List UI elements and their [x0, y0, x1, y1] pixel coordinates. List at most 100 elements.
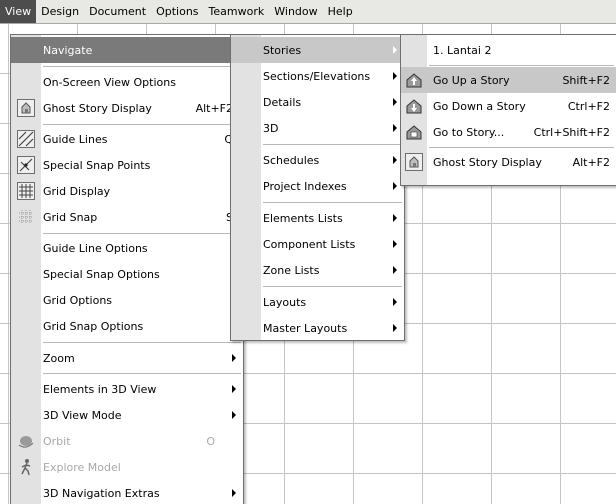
menu-item-shortcut: Ctrl+Shift+F2 — [533, 125, 610, 139]
menu-item-shortcut: O — [206, 434, 215, 448]
guide-lines-icon — [17, 130, 35, 148]
view-menu-item-3d-view-mode[interactable]: 3D View Mode — [11, 402, 243, 428]
navigate-item-3d[interactable]: 3D — [231, 115, 404, 141]
menu-item-label: Elements in 3D View — [43, 382, 157, 396]
view-menu-item-explore-model[interactable]: Explore Model — [11, 454, 243, 480]
submenu-arrow-icon — [232, 489, 236, 497]
menu-separator — [43, 124, 241, 125]
navigate-submenu: Stories Sections/Elevations Details 3D S… — [230, 34, 405, 341]
submenu-arrow-icon — [393, 98, 397, 106]
menu-item-label: Special Snap Points — [43, 158, 151, 172]
navigate-item-component-lists[interactable]: Component Lists — [231, 231, 404, 257]
stories-item-ghost-story-display[interactable]: Ghost Story Display Alt+F2 — [401, 149, 616, 175]
stories-submenu: 1. Lantai 2 Go Up a Story Shift+F2 Go Do… — [400, 34, 616, 186]
ghost-story-icon — [405, 153, 423, 171]
menu-item-label: Guide Line Options — [43, 241, 148, 255]
view-menu-item-guide-line-options[interactable]: Guide Line Options — [11, 235, 243, 261]
orbit-icon — [18, 436, 34, 448]
stories-item-current-story[interactable]: 1. Lantai 2 — [401, 37, 616, 63]
grid-display-icon — [17, 182, 35, 200]
navigate-item-elements-lists[interactable]: Elements Lists — [231, 205, 404, 231]
submenu-arrow-icon — [232, 385, 236, 393]
menu-separator — [43, 66, 241, 67]
submenu-arrow-icon — [393, 72, 397, 80]
view-menu-item-grid-options[interactable]: Grid Options — [11, 287, 243, 313]
navigate-item-details[interactable]: Details — [231, 89, 404, 115]
view-menu: Navigate On-Screen View Options Ghost St… — [10, 34, 244, 504]
menubar-options[interactable]: Options — [151, 0, 203, 23]
view-menu-item-special-snap-options[interactable]: Special Snap Options — [11, 261, 243, 287]
menubar-document[interactable]: Document — [84, 0, 151, 23]
menubar-view[interactable]: View — [0, 0, 37, 23]
navigate-item-project-indexes[interactable]: Project Indexes — [231, 173, 404, 199]
go-down-story-icon — [406, 99, 422, 114]
navigate-item-master-layouts[interactable]: Master Layouts — [231, 315, 404, 341]
menu-item-label: Orbit — [43, 434, 71, 448]
view-menu-item-elements-in-3d-view[interactable]: Elements in 3D View — [11, 376, 243, 402]
submenu-arrow-icon — [393, 324, 397, 332]
menu-item-label: Project Indexes — [263, 179, 347, 193]
view-menu-item-on-screen-view-options[interactable]: On-Screen View Options — [11, 69, 243, 95]
submenu-arrow-icon — [393, 182, 397, 190]
menu-item-shortcut: Alt+F2 — [572, 155, 610, 169]
go-up-story-icon — [406, 73, 422, 88]
menu-item-label: Go Up a Story — [433, 73, 510, 87]
menu-item-label: 1. Lantai 2 — [433, 43, 492, 57]
menu-item-label: Schedules — [263, 153, 320, 167]
view-menu-item-zoom[interactable]: Zoom — [11, 345, 243, 371]
submenu-arrow-icon — [393, 156, 397, 164]
view-menu-item-ghost-story-display[interactable]: Ghost Story Display Alt+F2 — [11, 95, 243, 121]
menu-item-label: Component Lists — [263, 237, 356, 251]
view-menu-item-navigate[interactable]: Navigate — [11, 37, 243, 63]
menu-item-label: Layouts — [263, 295, 307, 309]
view-menu-item-3d-navigation-extras[interactable]: 3D Navigation Extras — [11, 480, 243, 504]
menu-item-label: 3D — [263, 121, 279, 135]
menubar-window[interactable]: Window — [269, 0, 322, 23]
menu-item-label: Master Layouts — [263, 321, 348, 335]
navigate-item-stories[interactable]: Stories — [231, 37, 404, 63]
menu-separator — [43, 373, 241, 374]
navigate-item-sections-elevations[interactable]: Sections/Elevations — [231, 63, 404, 89]
menu-item-label: 3D View Mode — [43, 408, 122, 422]
menu-item-label: Special Snap Options — [43, 267, 160, 281]
view-menu-item-grid-snap-options[interactable]: Grid Snap Options — [11, 313, 243, 339]
menu-separator — [43, 233, 241, 234]
stories-item-go-up-a-story[interactable]: Go Up a Story Shift+F2 — [401, 67, 616, 93]
menu-separator — [429, 65, 614, 66]
menu-item-label: Elements Lists — [263, 211, 343, 225]
navigate-item-zone-lists[interactable]: Zone Lists — [231, 257, 404, 283]
stories-item-go-to-story[interactable]: Go to Story... Ctrl+Shift+F2 — [401, 119, 616, 145]
menu-item-label: Zone Lists — [263, 263, 320, 277]
view-menu-item-special-snap-points[interactable]: Special Snap Points — [11, 152, 243, 178]
view-menu-item-grid-snap[interactable]: Grid Snap S — [11, 204, 243, 230]
view-menu-item-orbit[interactable]: Orbit O — [11, 428, 243, 454]
view-menu-item-grid-display[interactable]: Grid Display — [11, 178, 243, 204]
submenu-arrow-icon — [393, 124, 397, 132]
menubar-teamwork[interactable]: Teamwork — [204, 0, 270, 23]
submenu-arrow-icon — [393, 266, 397, 274]
menu-item-label: Sections/Elevations — [263, 69, 371, 83]
menu-item-label: Ghost Story Display — [43, 101, 152, 115]
menu-item-label: Navigate — [43, 43, 93, 57]
menu-item-label: On-Screen View Options — [43, 75, 176, 89]
menu-bar: View Design Document Options Teamwork Wi… — [0, 0, 616, 24]
menubar-help[interactable]: Help — [323, 0, 358, 23]
submenu-arrow-icon — [232, 411, 236, 419]
stories-item-go-down-a-story[interactable]: Go Down a Story Ctrl+F2 — [401, 93, 616, 119]
go-to-story-icon — [406, 125, 422, 140]
navigate-item-schedules[interactable]: Schedules — [231, 147, 404, 173]
menu-item-label: Guide Lines — [43, 132, 108, 146]
menu-item-shortcut: Shift+F2 — [562, 73, 610, 87]
menu-item-label: Grid Snap — [43, 210, 98, 224]
menu-item-label: 3D Navigation Extras — [43, 486, 160, 500]
menubar-design[interactable]: Design — [36, 0, 84, 23]
menu-separator — [263, 144, 402, 145]
submenu-arrow-icon — [393, 214, 397, 222]
view-menu-item-guide-lines[interactable]: Guide Lines Q — [11, 126, 243, 152]
navigate-item-layouts[interactable]: Layouts — [231, 289, 404, 315]
submenu-arrow-icon — [393, 46, 397, 54]
menu-item-label: Explore Model — [43, 460, 121, 474]
menu-item-label: Go Down a Story — [433, 99, 526, 113]
menu-item-shortcut: Ctrl+F2 — [567, 99, 610, 113]
grid-snap-icon — [19, 210, 33, 224]
